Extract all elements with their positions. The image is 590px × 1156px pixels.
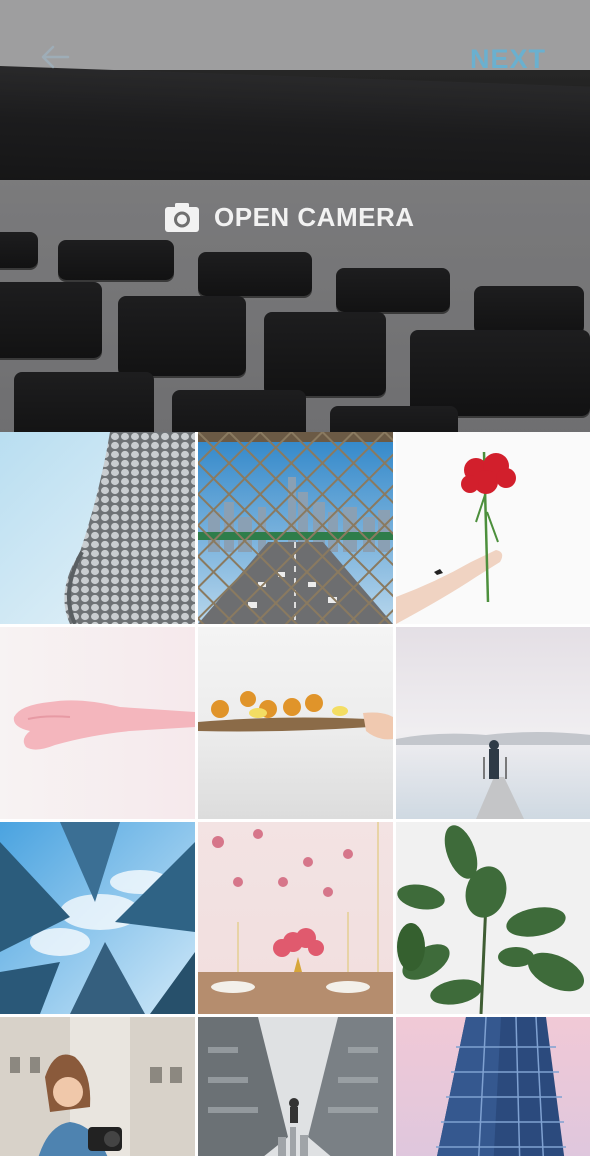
camera-preview[interactable]: NEXT OPEN CAMERA (0, 0, 590, 432)
photo-thumbnail[interactable] (396, 627, 590, 819)
back-button[interactable] (40, 44, 70, 70)
photo-thumbnail[interactable] (0, 822, 195, 1014)
next-button[interactable]: NEXT (470, 44, 546, 75)
photo-picker-screen: NEXT OPEN CAMERA (0, 0, 590, 1156)
camera-icon (165, 203, 199, 232)
photo-thumbnail[interactable] (396, 432, 590, 624)
photo-thumbnail[interactable] (396, 1017, 590, 1156)
photo-thumbnail[interactable] (0, 627, 195, 819)
photo-thumbnail[interactable] (198, 627, 393, 819)
photo-thumbnail[interactable] (198, 1017, 393, 1156)
arrow-left-icon (41, 45, 70, 69)
photo-grid (0, 432, 590, 1156)
open-camera-label: OPEN CAMERA (214, 201, 415, 232)
photo-thumbnail[interactable] (198, 432, 393, 624)
photo-thumbnail[interactable] (396, 822, 590, 1014)
photo-thumbnail[interactable] (0, 1017, 195, 1156)
photo-thumbnail[interactable] (198, 822, 393, 1014)
photo-thumbnail[interactable] (0, 432, 195, 624)
open-camera-button[interactable]: OPEN CAMERA (164, 200, 415, 234)
